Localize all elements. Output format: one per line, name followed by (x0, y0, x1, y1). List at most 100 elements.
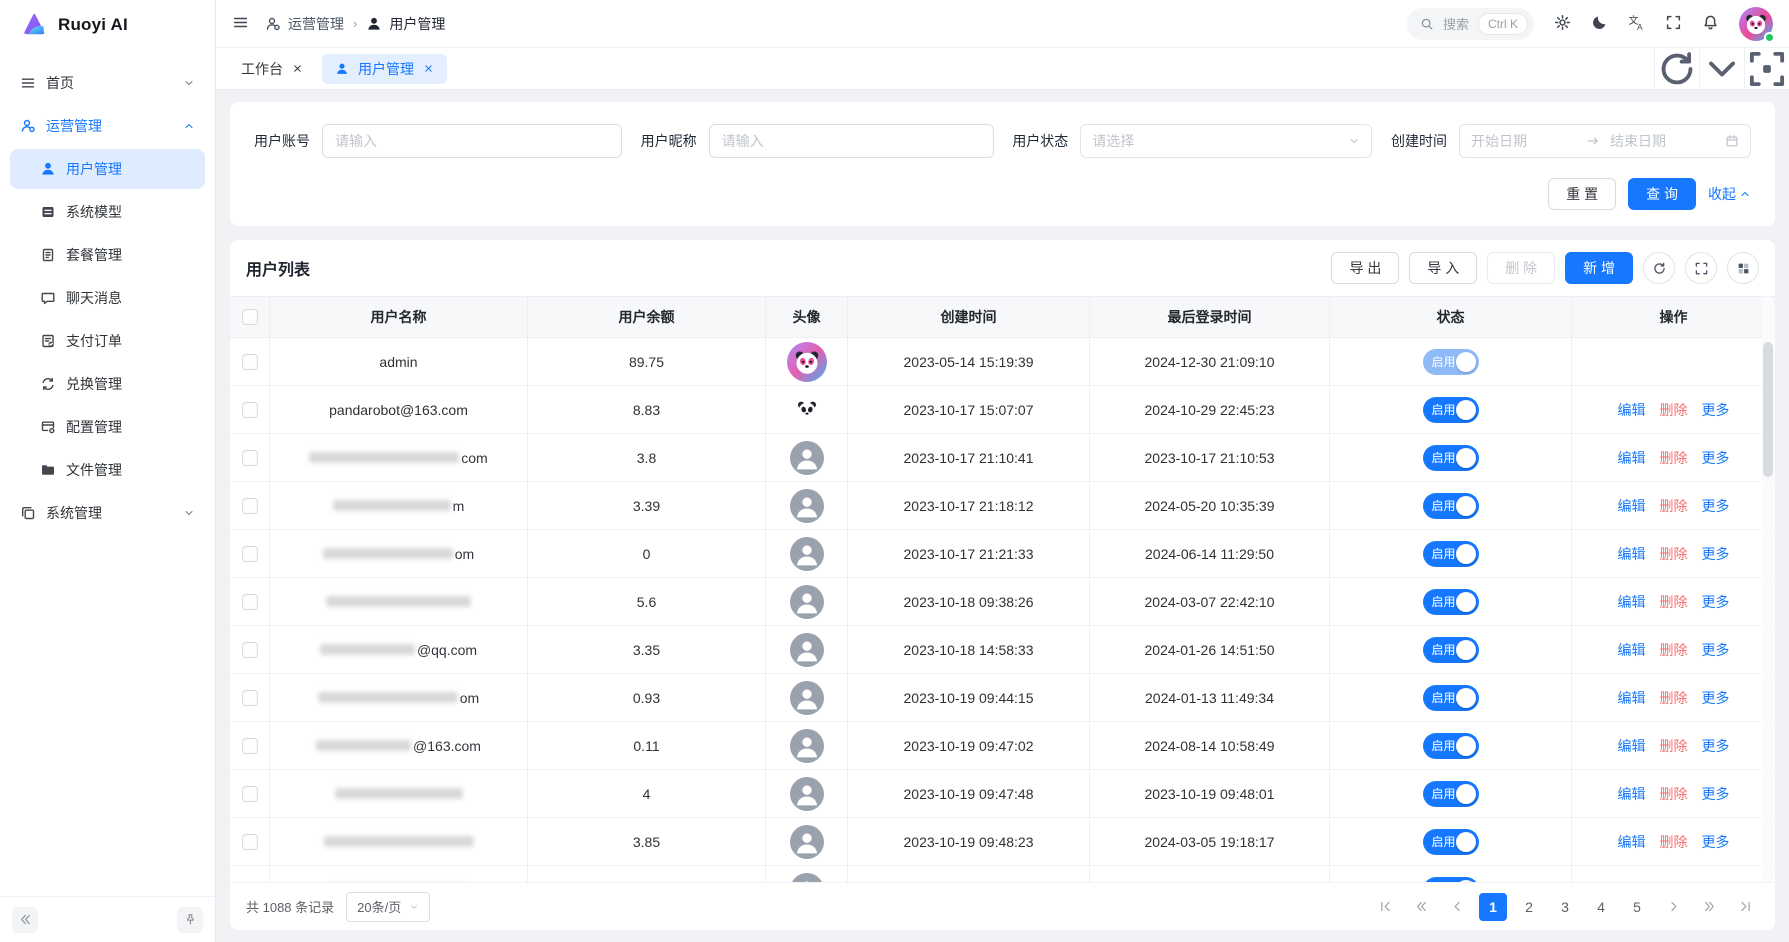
fullscreen-icon[interactable] (1665, 14, 1682, 34)
sidebar-item-users[interactable]: 用户管理 (10, 149, 205, 189)
sidebar-item-files[interactable]: 文件管理 (10, 450, 205, 490)
row-checkbox[interactable] (242, 354, 258, 370)
more-link[interactable]: 更多 (1702, 736, 1730, 756)
status-toggle[interactable]: 启用 (1423, 781, 1479, 807)
brand[interactable]: Ruoyi AI (0, 0, 215, 50)
more-link[interactable]: 更多 (1702, 544, 1730, 564)
row-checkbox[interactable] (242, 546, 258, 562)
status-select[interactable]: 请选择 (1080, 124, 1372, 158)
row-checkbox[interactable] (242, 834, 258, 850)
add-button[interactable]: 新 增 (1565, 252, 1633, 284)
pager-prev-jump[interactable] (1407, 893, 1435, 921)
column-settings-button[interactable] (1727, 252, 1759, 284)
delete-link[interactable]: 删除 (1660, 448, 1688, 468)
more-link[interactable]: 更多 (1702, 832, 1730, 852)
row-checkbox[interactable] (242, 738, 258, 754)
status-toggle[interactable]: 启用 (1423, 541, 1479, 567)
reset-button[interactable]: 重 置 (1548, 178, 1616, 210)
status-toggle[interactable]: 启用 (1423, 349, 1479, 375)
status-toggle[interactable]: 启用 (1423, 397, 1479, 423)
import-button[interactable]: 导 入 (1409, 252, 1477, 284)
delete-button[interactable]: 删 除 (1487, 252, 1555, 284)
sidebar-item-chat-messages[interactable]: 聊天消息 (10, 278, 205, 318)
status-toggle[interactable]: 启用 (1423, 829, 1479, 855)
edit-link[interactable]: 编辑 (1618, 880, 1646, 883)
pager-next-jump[interactable] (1695, 893, 1723, 921)
user-avatar-button[interactable] (1739, 7, 1773, 41)
delete-link[interactable]: 删除 (1660, 640, 1688, 660)
pager-page-4[interactable]: 4 (1587, 893, 1615, 921)
more-link[interactable]: 更多 (1702, 592, 1730, 612)
pager-prev[interactable] (1443, 893, 1471, 921)
select-all-checkbox[interactable] (242, 309, 258, 325)
row-checkbox[interactable] (242, 402, 258, 418)
tab-maximize-button[interactable] (1744, 48, 1789, 89)
status-toggle[interactable]: 启用 (1423, 445, 1479, 471)
edit-link[interactable]: 编辑 (1618, 784, 1646, 804)
row-checkbox[interactable] (242, 594, 258, 610)
sidebar-item-models[interactable]: 系统模型 (10, 192, 205, 232)
tab-close-icon[interactable] (423, 63, 434, 74)
tab-refresh-button[interactable] (1654, 48, 1699, 89)
delete-link[interactable]: 删除 (1660, 496, 1688, 516)
settings-icon[interactable] (1554, 14, 1571, 34)
more-link[interactable]: 更多 (1702, 400, 1730, 420)
row-checkbox[interactable] (242, 690, 258, 706)
row-checkbox[interactable] (242, 642, 258, 658)
tab-menu-button[interactable] (1699, 48, 1744, 89)
edit-link[interactable]: 编辑 (1618, 400, 1646, 420)
sidebar-item-packages[interactable]: 套餐管理 (10, 235, 205, 275)
page-size-select[interactable]: 20条/页 (346, 892, 430, 922)
status-toggle[interactable]: 启用 (1423, 637, 1479, 663)
status-toggle[interactable]: 启用 (1423, 733, 1479, 759)
sidebar-collapse-button[interactable] (12, 907, 38, 933)
delete-link[interactable]: 删除 (1660, 880, 1688, 883)
sidebar-pin-button[interactable] (177, 907, 203, 933)
pager-page-1[interactable]: 1 (1479, 893, 1507, 921)
export-button[interactable]: 导 出 (1331, 252, 1399, 284)
more-link[interactable]: 更多 (1702, 640, 1730, 660)
more-link[interactable]: 更多 (1702, 448, 1730, 468)
sidebar-item-exchange[interactable]: 兑换管理 (10, 364, 205, 404)
sidebar-item-operations[interactable]: 运营管理 (10, 106, 205, 146)
delete-link[interactable]: 删除 (1660, 544, 1688, 564)
status-toggle[interactable]: 启用 (1423, 589, 1479, 615)
sidebar-item-pay-orders[interactable]: 支付订单 (10, 321, 205, 361)
pager-last[interactable] (1731, 893, 1759, 921)
table-scrollbar[interactable] (1762, 296, 1774, 882)
sidebar-item-home[interactable]: 首页 (10, 63, 205, 103)
scrollbar-thumb[interactable] (1763, 342, 1773, 477)
row-checkbox[interactable] (242, 786, 258, 802)
edit-link[interactable]: 编辑 (1618, 736, 1646, 756)
row-checkbox[interactable] (242, 498, 258, 514)
hamburger-menu-icon[interactable] (232, 14, 249, 34)
date-range-picker[interactable]: 开始日期 结束日期 (1459, 124, 1751, 158)
global-search[interactable]: 搜索 Ctrl K (1407, 8, 1534, 40)
tab-close-icon[interactable] (292, 63, 303, 74)
pager-next[interactable] (1659, 893, 1687, 921)
status-toggle[interactable]: 启用 (1423, 493, 1479, 519)
edit-link[interactable]: 编辑 (1618, 496, 1646, 516)
status-toggle[interactable]: 启用 (1423, 877, 1479, 883)
delete-link[interactable]: 删除 (1660, 400, 1688, 420)
refresh-table-button[interactable] (1643, 252, 1675, 284)
delete-link[interactable]: 删除 (1660, 784, 1688, 804)
more-link[interactable]: 更多 (1702, 688, 1730, 708)
query-button[interactable]: 查 询 (1628, 178, 1696, 210)
pager-page-5[interactable]: 5 (1623, 893, 1651, 921)
language-icon[interactable]: 文A (1628, 14, 1645, 34)
breadcrumb-item[interactable]: 用户管理 (366, 14, 445, 34)
more-link[interactable]: 更多 (1702, 784, 1730, 804)
delete-link[interactable]: 删除 (1660, 736, 1688, 756)
edit-link[interactable]: 编辑 (1618, 544, 1646, 564)
notifications-icon[interactable] (1702, 14, 1719, 34)
pager-first[interactable] (1371, 893, 1399, 921)
sidebar-item-system[interactable]: 系统管理 (10, 493, 205, 533)
edit-link[interactable]: 编辑 (1618, 448, 1646, 468)
table-fullscreen-button[interactable] (1685, 252, 1717, 284)
row-checkbox[interactable] (242, 450, 258, 466)
pager-page-2[interactable]: 2 (1515, 893, 1543, 921)
edit-link[interactable]: 编辑 (1618, 832, 1646, 852)
delete-link[interactable]: 删除 (1660, 592, 1688, 612)
nickname-input[interactable] (709, 124, 994, 158)
